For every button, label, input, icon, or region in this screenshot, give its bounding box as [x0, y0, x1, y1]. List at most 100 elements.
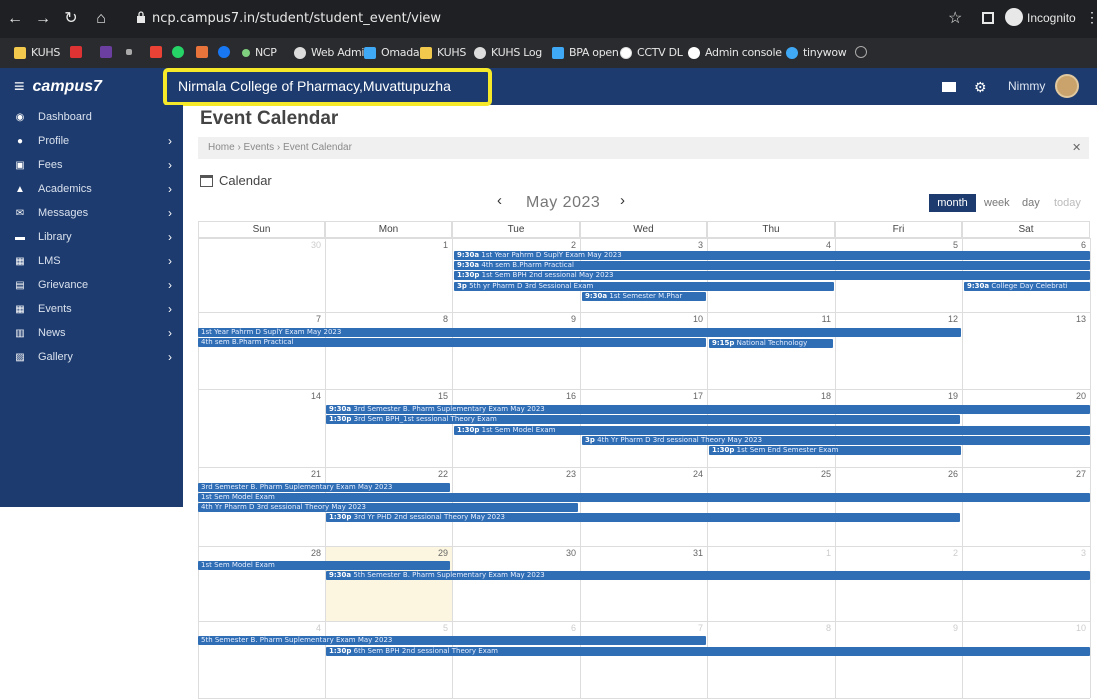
sidebar-item-grievance[interactable]: ▤ Grievance ›	[0, 274, 183, 298]
sidebar-item-gallery[interactable]: ▨ Gallery ›	[0, 346, 183, 370]
sidebar-item-events[interactable]: ▦ Events ›	[0, 298, 183, 322]
breadcrumb[interactable]: Home › Events › Event Calendar	[208, 142, 352, 153]
day-number[interactable]: 4	[301, 623, 321, 633]
day-number[interactable]: 28	[301, 548, 321, 558]
sidebar-item-academics[interactable]: ▲ Academics ›	[0, 178, 183, 202]
day-number[interactable]: 3	[683, 240, 703, 250]
whatsapp-icon[interactable]	[172, 46, 184, 58]
day-number[interactable]: 4	[811, 240, 831, 250]
bookmark-tinywow[interactable]: tinywow	[786, 46, 847, 59]
calendar-event[interactable]: 9:30a College Day Celebrati	[964, 282, 1090, 291]
mail-icon[interactable]	[942, 82, 956, 92]
hamburger-icon[interactable]: ≡	[14, 76, 25, 97]
sidebar-item-news[interactable]: ▥ News ›	[0, 322, 183, 346]
day-number[interactable]: 29	[428, 548, 448, 558]
calendar-event[interactable]: 4th sem B.Pharm Practical	[198, 338, 706, 347]
day-number[interactable]: 13	[1066, 314, 1086, 324]
day-number[interactable]: 31	[683, 548, 703, 558]
prev-month-button[interactable]: ‹	[497, 192, 502, 209]
day-number[interactable]: 3	[1066, 548, 1086, 558]
facebook-icon[interactable]	[218, 46, 230, 58]
calendar-event[interactable]: 1st Year Pahrm D SuplY Exam May 2023	[198, 328, 961, 337]
calendar-event[interactable]: 1st Sem Model Exam	[198, 493, 1090, 502]
bookmark-bpa-open[interactable]: BPA open	[552, 46, 619, 59]
day-number[interactable]: 14	[301, 391, 321, 401]
bookmark-admin-console[interactable]: Admin console	[688, 46, 782, 59]
bookmark-cctv-dl[interactable]: CCTV DL	[620, 46, 683, 59]
settings-icon[interactable]: ⚙	[974, 79, 987, 96]
day-number[interactable]: 16	[556, 391, 576, 401]
calendar-event[interactable]: 1:30p 3rd Sem BPH_1st sessional Theory E…	[326, 415, 960, 424]
day-number[interactable]: 6	[556, 623, 576, 633]
sidebar-item-fees[interactable]: ▣ Fees ›	[0, 154, 183, 178]
month-view-button[interactable]: month	[929, 194, 976, 212]
day-number[interactable]: 18	[811, 391, 831, 401]
today-button[interactable]: today	[1054, 194, 1081, 212]
day-number[interactable]: 1	[428, 240, 448, 250]
user-name[interactable]: Nimmy	[1008, 79, 1045, 93]
bookmark-ncp[interactable]: NCP	[242, 46, 277, 59]
gmail-icon[interactable]	[150, 46, 162, 58]
bookmark-icon[interactable]	[100, 46, 112, 58]
day-number[interactable]: 30	[301, 240, 321, 250]
forward-icon[interactable]: →	[34, 9, 52, 29]
day-number[interactable]: 20	[1066, 391, 1086, 401]
day-number[interactable]: 8	[428, 314, 448, 324]
bookmark-kuhs[interactable]: KUHS	[14, 46, 60, 59]
sidebar-item-lms[interactable]: ▦ LMS ›	[0, 250, 183, 274]
youtube-icon[interactable]	[70, 46, 82, 58]
day-number[interactable]: 5	[938, 240, 958, 250]
calendar-event[interactable]: 3p 5th yr Pharm D 3rd Sessional Exam	[454, 282, 834, 291]
sidebar-item-dashboard[interactable]: ◉ Dashboard	[0, 106, 183, 130]
calendar-event[interactable]: 9:30a 4th sem B.Pharm Practical	[454, 261, 1090, 270]
reload-icon[interactable]: ↻	[62, 9, 80, 29]
day-number[interactable]: 24	[683, 469, 703, 479]
day-number[interactable]: 11	[811, 314, 831, 324]
sidebar-item-messages[interactable]: ✉ Messages ›	[0, 202, 183, 226]
day-number[interactable]: 15	[428, 391, 448, 401]
calendar-event[interactable]: 1:30p 1st Sem BPH 2nd sessional May 2023	[454, 271, 1090, 280]
avatar[interactable]	[1055, 74, 1079, 98]
calendar-event[interactable]: 5th Semester B. Pharm Suplementary Exam …	[198, 636, 706, 645]
sidebar-item-library[interactable]: ▬ Library ›	[0, 226, 183, 250]
bookmark-omada[interactable]: Omada	[364, 46, 420, 59]
back-icon[interactable]: ←	[6, 9, 24, 29]
day-number[interactable]: 1	[811, 548, 831, 558]
calendar-event[interactable]: 9:30a 1st Semester M.Phar	[582, 292, 706, 301]
star-icon[interactable]: ☆	[948, 8, 962, 28]
day-number[interactable]: 8	[811, 623, 831, 633]
bookmark-extra-icon[interactable]	[855, 46, 867, 58]
day-number[interactable]: 21	[301, 469, 321, 479]
day-number[interactable]: 10	[683, 314, 703, 324]
day-number[interactable]: 17	[683, 391, 703, 401]
day-number[interactable]: 26	[938, 469, 958, 479]
day-number[interactable]: 25	[811, 469, 831, 479]
week-view-button[interactable]: week	[984, 194, 1010, 212]
calendar-event[interactable]: 9:30a 3rd Semester B. Pharm Suplementary…	[326, 405, 1090, 414]
day-number[interactable]: 7	[683, 623, 703, 633]
menu-icon[interactable]: ⋮	[1085, 9, 1097, 26]
calendar-event[interactable]: 3p 4th Yr Pharm D 3rd sessional Theory M…	[582, 436, 1090, 445]
calendar-event[interactable]: 1:30p 6th Sem BPH 2nd sessional Theory E…	[326, 647, 1090, 656]
brand-logo[interactable]: ≡ campus7	[14, 76, 102, 97]
calendar-event[interactable]: 9:15p National Technology	[709, 339, 833, 348]
tab-search-icon[interactable]	[982, 12, 994, 24]
home-icon[interactable]: ⌂	[92, 9, 110, 29]
day-number[interactable]: 23	[556, 469, 576, 479]
bookmark-7-icon[interactable]	[196, 46, 208, 58]
day-number[interactable]: 27	[1066, 469, 1086, 479]
calendar-event[interactable]: 9:30a 1st Year Pahrm D SuplY Exam May 20…	[454, 251, 1090, 260]
next-month-button[interactable]: ›	[620, 192, 625, 209]
calendar-event[interactable]: 3rd Semester B. Pharm Suplementary Exam …	[198, 483, 450, 492]
bookmark-web-admin[interactable]: Web Admin	[294, 46, 371, 59]
day-number[interactable]: 7	[301, 314, 321, 324]
close-icon[interactable]: ✕	[1072, 141, 1081, 154]
bookmark-kuhs-log[interactable]: KUHS Log	[474, 46, 542, 59]
day-number[interactable]: 19	[938, 391, 958, 401]
calendar-event[interactable]: 4th Yr Pharm D 3rd sessional Theory May …	[198, 503, 578, 512]
star-bookmark-icon[interactable]	[126, 49, 132, 55]
day-number[interactable]: 22	[428, 469, 448, 479]
day-number[interactable]: 2	[938, 548, 958, 558]
day-view-button[interactable]: day	[1022, 194, 1040, 212]
sidebar-item-profile[interactable]: ● Profile ›	[0, 130, 183, 154]
